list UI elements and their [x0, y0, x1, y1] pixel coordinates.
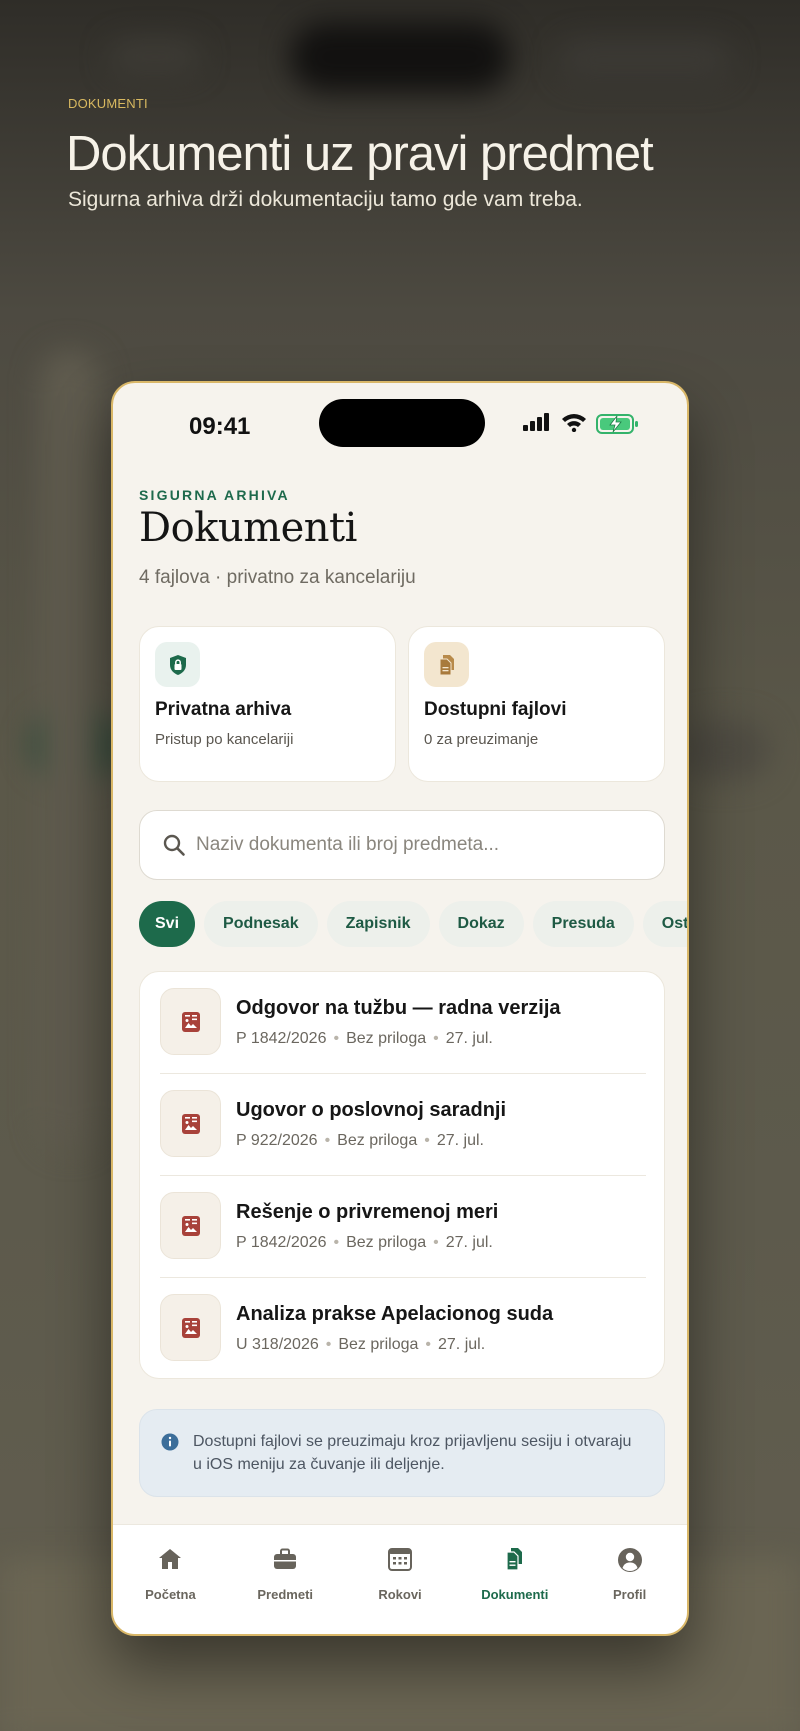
document-meta: P 1842/2026 • Bez priloga • 27. jul.	[236, 1234, 493, 1251]
dynamic-island	[319, 399, 485, 447]
search-placeholder: Naziv dokumenta ili broj predmeta...	[196, 834, 500, 855]
tab-pocetna[interactable]: Početna	[113, 1525, 228, 1634]
card-title: Privatna arhiva	[155, 699, 292, 720]
document-meta: U 318/2026 • Bez priloga • 27. jul.	[236, 1336, 486, 1353]
battery-charging-icon	[596, 414, 638, 434]
document-icon	[160, 1294, 221, 1361]
calendar-icon	[387, 1548, 412, 1571]
document-meta: P 1842/2026 • Bez priloga • 27. jul.	[236, 1030, 493, 1047]
info-text: Dostupni fajlovi se preuzimaju kroz prij…	[193, 1433, 632, 1473]
filter-chip-svi[interactable]: Svi	[139, 901, 196, 947]
document-title: Analiza prakse Apelacionog suda	[236, 1303, 554, 1325]
tab-label: Rokovi	[378, 1587, 422, 1602]
document-title: Rešenje o privremenoj meri	[236, 1201, 499, 1223]
document-row[interactable]: Odgovor na tužbu — radna verzija P 1842/…	[160, 972, 646, 1074]
tab-rokovi[interactable]: Rokovi	[343, 1525, 458, 1634]
phone-frame: 09:41 SIGURNA ARHIVA Dokumenti 4 fajlova…	[111, 381, 689, 1636]
filter-chip-presuda[interactable]: Presuda	[532, 901, 634, 947]
document-title: Odgovor na tužbu — radna verzija	[236, 997, 561, 1019]
tab-predmeti[interactable]: Predmeti	[228, 1525, 343, 1634]
wifi-icon	[562, 414, 586, 432]
tab-dokumenti[interactable]: Dokumenti	[457, 1525, 572, 1634]
filter-chips: SviPodnesakZapisnikDokazPresudaOstalo	[139, 901, 687, 947]
promo-subtitle: Sigurna arhiva drži dokumentaciju tamo g…	[68, 188, 583, 211]
status-time: 09:41	[189, 413, 251, 440]
tab-bar: Početna Predmeti Rokovi Dokumenti Profil	[113, 1524, 687, 1634]
document-icon	[160, 1192, 221, 1259]
document-meta: P 922/2026 • Bez priloga • 27. jul.	[236, 1132, 484, 1149]
promo-title: Dokumenti uz pravi predmet	[66, 127, 654, 181]
files-icon	[424, 642, 469, 687]
signal-icon	[523, 413, 549, 431]
card-subtitle: Pristup po kancelariji	[155, 731, 294, 748]
tab-label: Početna	[145, 1587, 196, 1602]
document-list: Odgovor na tužbu — radna verzija P 1842/…	[139, 971, 665, 1379]
filter-chip-dokaz[interactable]: Dokaz	[438, 901, 524, 947]
document-icon	[160, 1090, 221, 1157]
card-private-archive[interactable]: Privatna arhiva Pristup po kancelariji	[139, 626, 396, 782]
card-available-files[interactable]: Dostupni fajlovi 0 za preuzimanje	[408, 626, 665, 782]
search-input[interactable]: Naziv dokumenta ili broj predmeta...	[139, 810, 665, 880]
tab-label: Profil	[612, 1587, 647, 1602]
status-bar: 09:41	[113, 383, 687, 467]
tab-label: Predmeti	[257, 1587, 314, 1602]
section-kicker: SIGURNA ARHIVA	[139, 487, 290, 503]
promo-eyebrow: DOKUMENTI	[68, 96, 148, 111]
lock-shield-icon	[155, 642, 200, 687]
document-icon	[160, 988, 221, 1055]
briefcase-icon	[274, 1548, 297, 1569]
document-row[interactable]: Rešenje o privremenoj meri P 1842/2026 • B…	[160, 1176, 646, 1278]
home-icon	[159, 1549, 182, 1569]
filter-chip-zapisnik[interactable]: Zapisnik	[326, 901, 430, 947]
tab-label: Dokumenti	[481, 1587, 549, 1602]
search-icon	[163, 834, 185, 856]
filter-chip-podnesak[interactable]: Podnesak	[204, 901, 318, 947]
card-subtitle: 0 za preuzimanje	[424, 731, 539, 748]
profile-icon	[617, 1548, 642, 1572]
document-row[interactable]: Ugovor o poslovnoj saradnji P 922/2026 • B…	[160, 1074, 646, 1176]
info-banner: Dostupni fajlovi se preuzimaju kroz prij…	[139, 1409, 665, 1497]
info-icon	[161, 1433, 179, 1451]
document-title: Ugovor o poslovnoj saradnji	[236, 1099, 507, 1121]
documents-icon	[506, 1548, 522, 1571]
card-title: Dostupni fajlovi	[424, 699, 567, 720]
tab-profil[interactable]: Profil	[572, 1525, 687, 1634]
summary-cards: Privatna arhiva Pristup po kancelariji D…	[139, 626, 665, 782]
document-row[interactable]: Analiza prakse Apelacionog suda U 318/20…	[160, 1278, 646, 1380]
page-title: Dokumenti	[139, 505, 357, 551]
page-meta: 4 fajlova · privatno za kancelariju	[139, 567, 416, 588]
filter-chip-ostalo[interactable]: Ostalo	[642, 901, 687, 947]
